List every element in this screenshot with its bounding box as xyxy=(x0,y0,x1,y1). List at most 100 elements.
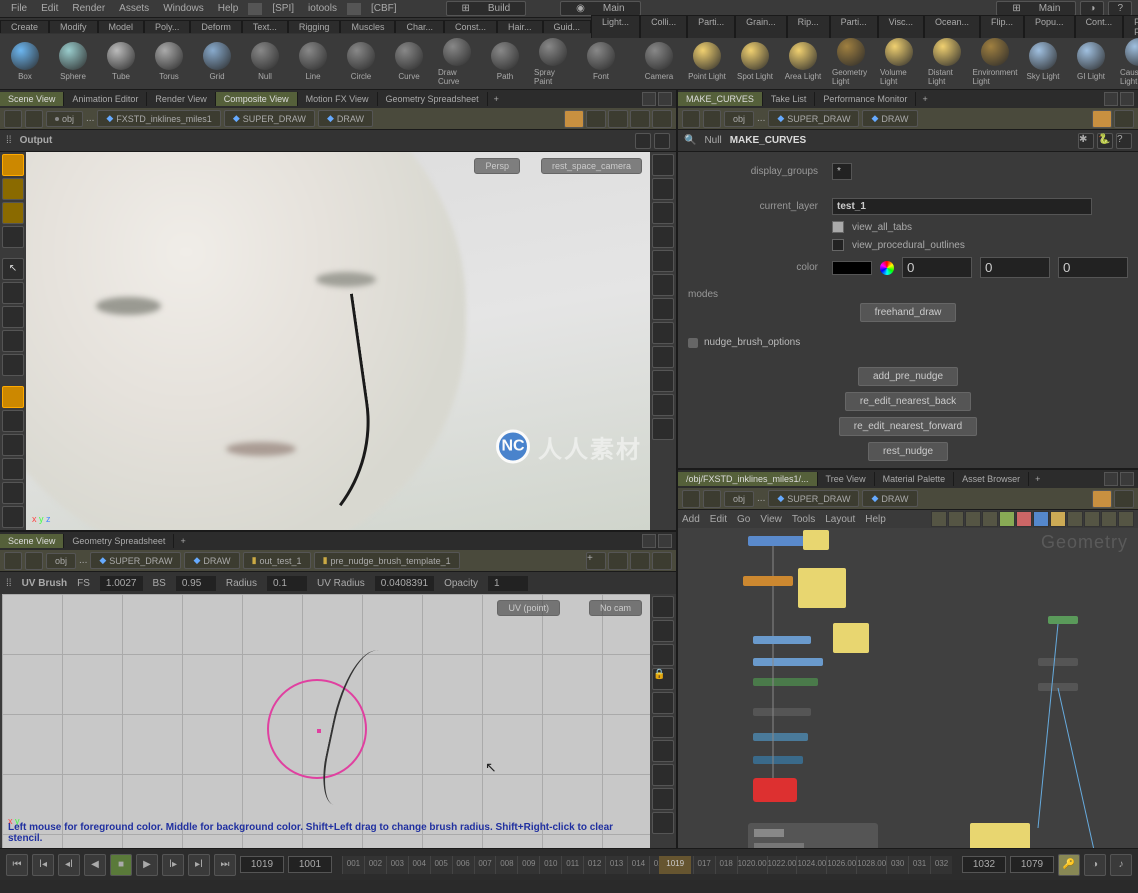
shelf-tool-circle[interactable]: Circle xyxy=(342,42,380,81)
disp-opts-icon[interactable] xyxy=(652,154,674,176)
shelf-tab-r-3[interactable]: Grain... xyxy=(735,15,787,38)
input-display-groups[interactable] xyxy=(832,163,852,180)
opt-y[interactable] xyxy=(635,575,651,591)
btn4b[interactable] xyxy=(1114,490,1134,508)
node-d[interactable] xyxy=(753,658,823,666)
tab-geom-spread2[interactable]: Geometry Spreadsheet xyxy=(64,534,174,548)
node-name[interactable]: MAKE_CURVES xyxy=(730,135,807,146)
nav-fwd2[interactable] xyxy=(25,552,43,570)
btn2c[interactable] xyxy=(630,552,650,570)
nm-add[interactable]: Add xyxy=(682,514,700,525)
shelf-tool-spot-light[interactable]: Spot Light xyxy=(736,42,774,81)
tab-geom-spread[interactable]: Geometry Spreadsheet xyxy=(378,92,488,106)
tab-render-view[interactable]: Render View xyxy=(147,92,215,106)
nv-6[interactable] xyxy=(1016,511,1032,527)
snap-multi-icon[interactable] xyxy=(2,482,24,504)
menu-windows[interactable]: Windows xyxy=(156,3,211,14)
sel-group-icon[interactable] xyxy=(2,226,24,248)
prev-key-button[interactable]: Ⅰ◂ xyxy=(32,854,54,876)
nm-help[interactable]: Help xyxy=(865,514,886,525)
disp-j[interactable] xyxy=(652,370,674,392)
sel-geom-icon[interactable] xyxy=(2,178,24,200)
first-frame-button[interactable]: ⏮ xyxy=(6,854,28,876)
shelf-tab-4[interactable]: Deform xyxy=(190,20,242,33)
shelf-tab-3[interactable]: Poly... xyxy=(144,20,190,33)
shelf-tool-distant-light[interactable]: Distant Light xyxy=(928,38,966,86)
shelf-tab-r-4[interactable]: Rip... xyxy=(787,15,830,38)
menu-spi[interactable]: [SPI] xyxy=(265,3,301,14)
nav-back[interactable] xyxy=(4,110,22,128)
node-c[interactable] xyxy=(753,636,811,644)
vp-camera-dropdown[interactable]: rest_space_camera xyxy=(541,158,642,174)
crumb-2[interactable]: ◆SUPER_DRAW xyxy=(224,110,315,127)
color-r[interactable] xyxy=(902,257,972,278)
shelf-tool-curve[interactable]: Curve xyxy=(390,42,428,81)
crumb-obj[interactable]: obj xyxy=(46,111,83,127)
crumb2-3[interactable]: ▮out_test_1 xyxy=(243,552,311,569)
nv-4[interactable] xyxy=(982,511,998,527)
shelf-tool-spray-paint[interactable]: Spray Paint xyxy=(534,38,572,86)
shelf-tab-10[interactable]: Hair... xyxy=(497,20,543,33)
shelf-tool-area-light[interactable]: Area Light xyxy=(784,42,822,81)
shelf-tool-line[interactable]: Line xyxy=(294,42,332,81)
crumb-3[interactable]: ◆DRAW xyxy=(318,110,373,127)
shelf-tool-tube[interactable]: Tube xyxy=(102,42,140,81)
nv-3[interactable] xyxy=(965,511,981,527)
sticky-1[interactable] xyxy=(803,530,829,550)
disp-f[interactable] xyxy=(652,274,674,296)
max2[interactable] xyxy=(642,534,656,548)
crumb3-obj[interactable]: obj xyxy=(724,111,754,127)
crumb3-1[interactable]: ◆SUPER_DRAW xyxy=(768,110,859,127)
node-g[interactable] xyxy=(753,733,808,741)
shelf-tab-r-6[interactable]: Visc... xyxy=(878,15,924,38)
tab-asset-browser[interactable]: Asset Browser xyxy=(954,472,1029,486)
nv-1[interactable] xyxy=(931,511,947,527)
menu-file[interactable]: File xyxy=(4,3,34,14)
color-g[interactable] xyxy=(980,257,1050,278)
stop-button[interactable]: ■ xyxy=(110,854,132,876)
arrow-icon[interactable]: ↖ xyxy=(2,258,24,280)
d8[interactable] xyxy=(652,764,674,786)
btn-reedit-back[interactable]: re_edit_nearest_back xyxy=(845,392,971,411)
tab-perfmon[interactable]: Performance Monitor xyxy=(815,92,916,106)
crumb-1[interactable]: ◆FXSTD_inklines_miles1 xyxy=(97,110,220,127)
play-rev-button[interactable]: ◀ xyxy=(84,854,106,876)
gear-icon[interactable]: ✱ xyxy=(1078,133,1094,149)
nv-8[interactable] xyxy=(1050,511,1066,527)
nm-tools[interactable]: Tools xyxy=(792,514,815,525)
magnet-icon[interactable] xyxy=(2,506,24,528)
pin4[interactable] xyxy=(1092,490,1112,508)
tab-add3[interactable]: + xyxy=(916,94,933,104)
move-icon[interactable] xyxy=(2,282,24,304)
node-e[interactable] xyxy=(753,678,818,686)
timeline-marker[interactable]: 1019 xyxy=(659,856,691,874)
shelf-tool-null[interactable]: Null xyxy=(246,42,284,81)
tab-mat-palette[interactable]: Material Palette xyxy=(875,472,955,486)
next-key-button[interactable]: ▸Ⅰ xyxy=(188,854,210,876)
d7[interactable] xyxy=(652,740,674,762)
node-network[interactable]: Geometry xyxy=(678,528,1138,848)
btn-b[interactable] xyxy=(608,110,628,128)
crumb2-obj[interactable]: obj xyxy=(46,553,76,569)
val-opacity[interactable]: 1 xyxy=(488,576,528,591)
timeline-track[interactable]: 1019 00100200300400500600700800901001101… xyxy=(342,856,952,874)
shelf-tool-caustic-light[interactable]: Caustic Light xyxy=(1120,38,1138,86)
node-h[interactable] xyxy=(753,756,803,764)
disp-h[interactable] xyxy=(652,322,674,344)
shelf-tool-volume-light[interactable]: Volume Light xyxy=(880,38,918,86)
shelf-tab-0[interactable]: Create xyxy=(0,20,49,33)
nav-fwd[interactable] xyxy=(25,110,43,128)
global-end-frame[interactable]: 1079 xyxy=(1010,856,1054,873)
sel-obj-icon[interactable] xyxy=(2,154,24,176)
shelf-tool-sphere[interactable]: Sphere xyxy=(54,42,92,81)
btn2d[interactable] xyxy=(652,552,672,570)
tab-make-curves[interactable]: MAKE_CURVES xyxy=(678,92,763,106)
snap-curve-icon[interactable] xyxy=(2,434,24,456)
crumb3-2[interactable]: ◆DRAW xyxy=(862,110,917,127)
nav-back3[interactable] xyxy=(682,110,700,128)
current-frame[interactable]: 1019 xyxy=(240,856,284,873)
dd2[interactable] xyxy=(608,552,628,570)
bl-viewport[interactable]: UV (point) No cam ↖ x y Left mouse for f… xyxy=(2,594,650,848)
menu-assets[interactable]: Assets xyxy=(112,3,156,14)
menu3[interactable] xyxy=(1120,92,1134,106)
